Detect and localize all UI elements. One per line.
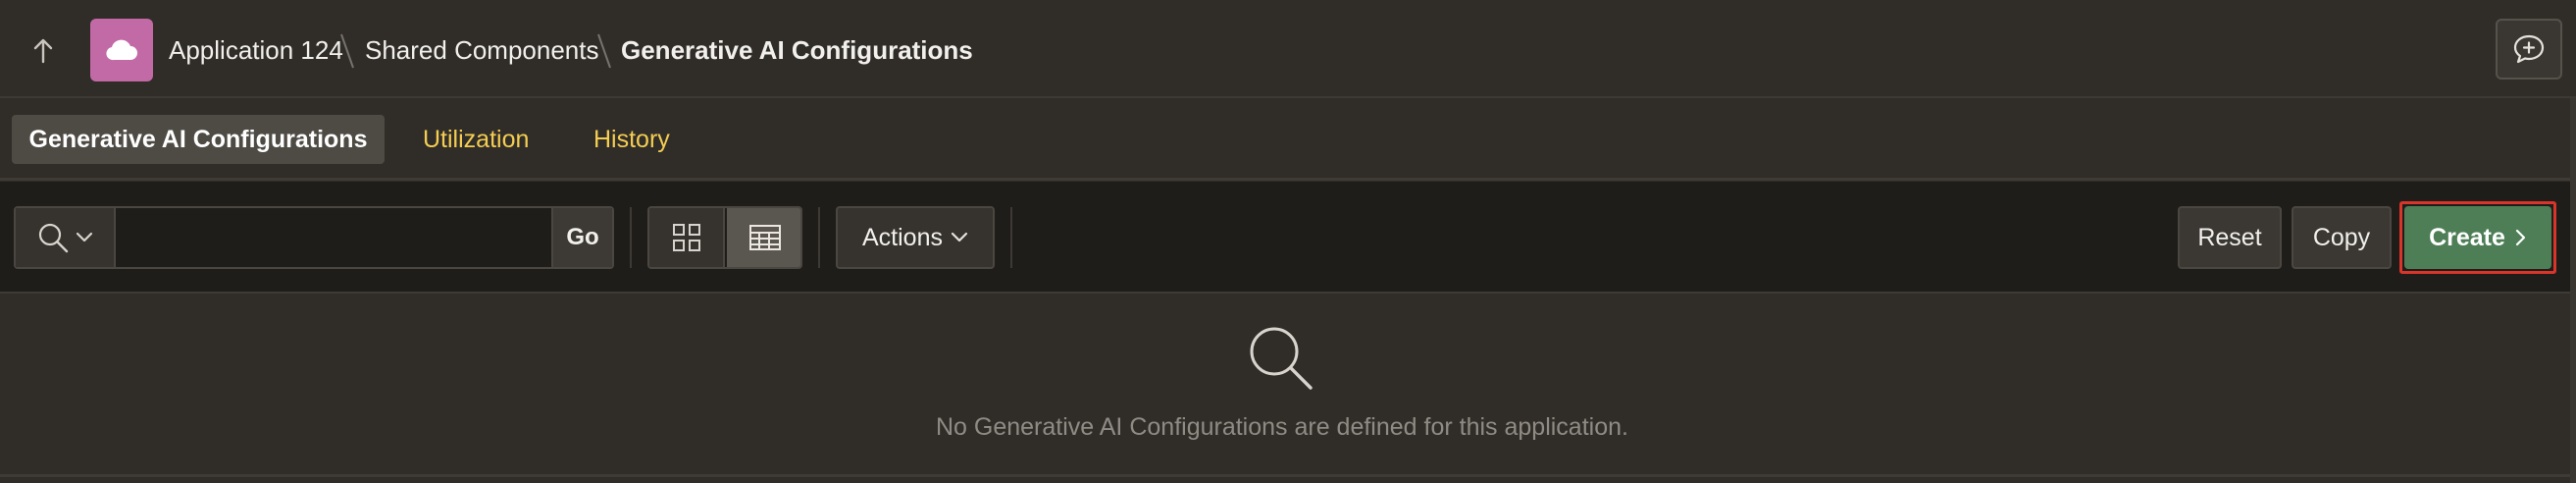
tab-utilization[interactable]: Utilization: [423, 115, 529, 164]
chevron-right-icon: [2515, 229, 2526, 246]
report-view-button[interactable]: [727, 208, 800, 267]
arrow-up-icon: [33, 38, 53, 64]
breadcrumb-shared-components[interactable]: Shared Components: [365, 33, 598, 67]
tab-bar: Generative AI Configurations Utilization…: [0, 100, 2570, 181]
application-icon[interactable]: [90, 19, 153, 81]
chevron-down-icon: [951, 232, 968, 242]
report-view-icon: [748, 225, 781, 250]
feedback-button[interactable]: [2496, 19, 2562, 80]
toolbar-divider: [818, 207, 820, 268]
copy-button[interactable]: Copy: [2292, 206, 2392, 269]
toolbar-divider: [1010, 207, 1012, 268]
search-input[interactable]: [118, 208, 551, 267]
actions-label: Actions: [862, 223, 943, 251]
reset-button[interactable]: Reset: [2178, 206, 2282, 269]
report-toolbar: Go Actions Reset Copy Create: [0, 182, 2570, 294]
actions-menu-button[interactable]: Actions: [836, 206, 995, 269]
toolbar-divider: [630, 207, 632, 268]
create-label: Create: [2429, 223, 2505, 251]
icon-view-button[interactable]: [649, 208, 725, 267]
scrollbar-track[interactable]: [2570, 98, 2576, 483]
create-button[interactable]: Create: [2404, 206, 2551, 269]
page-header: Application 124 Shared Components Genera…: [0, 0, 2576, 98]
go-button[interactable]: Go: [551, 208, 612, 267]
magnifier-icon: [1250, 327, 1313, 390]
view-switcher: [647, 206, 802, 269]
page-title: Generative AI Configurations: [621, 35, 973, 65]
navigate-up-button[interactable]: [29, 35, 57, 67]
chat-plus-icon: [2513, 34, 2545, 64]
chevron-down-icon: [76, 232, 93, 242]
search-icon: [38, 223, 69, 253]
tab-history[interactable]: History: [593, 115, 670, 164]
tab-generative-ai-configurations[interactable]: Generative AI Configurations: [12, 115, 385, 164]
search-bar: Go: [14, 206, 614, 269]
cloud-icon: [106, 39, 137, 61]
search-column-menu-button[interactable]: [16, 208, 116, 267]
empty-state-message: No Generative AI Configurations are defi…: [936, 413, 1628, 441]
breadcrumb-application[interactable]: Application 124: [169, 33, 343, 67]
grid-view-icon: [672, 224, 700, 251]
empty-state: No Generative AI Configurations are defi…: [0, 295, 2570, 477]
breadcrumb-separator-icon: [340, 33, 354, 69]
breadcrumb-separator-icon: [597, 33, 611, 69]
